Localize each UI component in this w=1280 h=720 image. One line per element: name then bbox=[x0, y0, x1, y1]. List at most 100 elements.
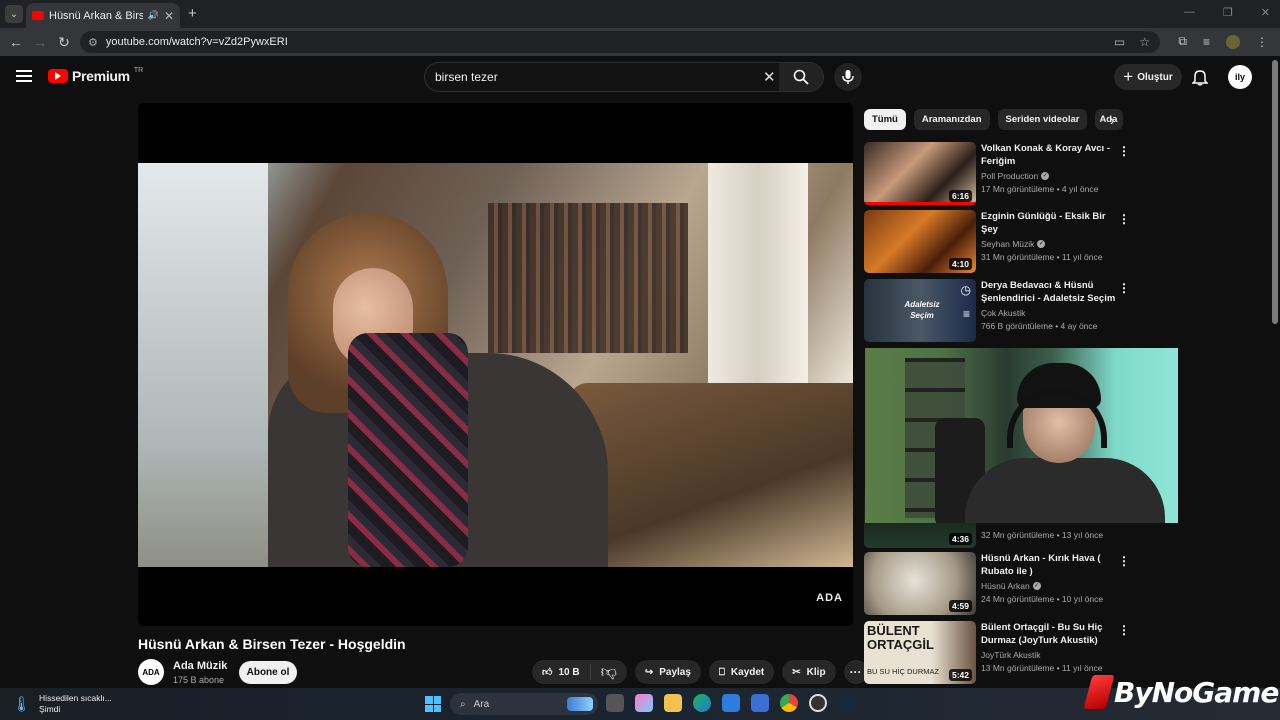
more-options-icon[interactable]: ⋮ bbox=[1118, 281, 1130, 295]
steam-icon[interactable] bbox=[838, 694, 856, 712]
minimize-icon[interactable]: — bbox=[1184, 6, 1195, 19]
rec-channel[interactable]: Seyhan Müzik bbox=[981, 239, 1034, 249]
chevron-right-icon[interactable]: › bbox=[1110, 112, 1115, 128]
task-view-icon[interactable] bbox=[606, 694, 624, 712]
list-item[interactable]: 4:10 Ezginin Günlüğü - Eksik Bir Şey Sey… bbox=[864, 210, 1134, 274]
chip-from-search[interactable]: Aramanızdan bbox=[913, 109, 990, 130]
share-button[interactable]: ↪ Paylaş bbox=[634, 660, 701, 684]
more-options-icon[interactable]: ⋮ bbox=[1118, 554, 1130, 568]
video-actions: 👍︎ 10 B 👎︎ ↪ Paylaş ⎕ Kaydet ✂ Klip ··· bbox=[532, 660, 868, 684]
list-item[interactable]: 4:59 Hüsnü Arkan - Kırık Hava ( Rubato i… bbox=[864, 552, 1134, 616]
reload-icon[interactable]: ↻ bbox=[52, 34, 76, 51]
like-dislike-group: 👍︎ 10 B 👎︎ bbox=[532, 660, 627, 684]
search-input[interactable]: birsen tezer ✕ bbox=[424, 62, 824, 92]
search-button[interactable] bbox=[779, 63, 823, 91]
rec-title[interactable]: Hüsnü Arkan - Kırık Hava ( Rubato ile ) bbox=[981, 552, 1121, 578]
video-player[interactable]: ADA bbox=[138, 103, 853, 626]
duration-badge: 4:10 bbox=[948, 258, 972, 270]
list-item[interactable]: 6:16 Volkan Konak & Koray Avcı - Feriğim… bbox=[864, 142, 1134, 206]
maximize-icon[interactable]: ❐ bbox=[1223, 6, 1233, 19]
rec-channel[interactable]: Çok Akustik bbox=[981, 308, 1025, 318]
account-avatar[interactable]: ily bbox=[1228, 65, 1252, 89]
video-thumbnail[interactable]: 6:16 bbox=[864, 142, 976, 205]
watch-later-icon[interactable]: ◷ bbox=[961, 283, 971, 297]
new-tab-button[interactable]: + bbox=[188, 5, 197, 22]
rec-title[interactable]: Bülent Ortaçgil - Bu Su Hiç Durmaz (JoyT… bbox=[981, 621, 1121, 647]
rec-channel[interactable]: Hüsnü Arkan bbox=[981, 581, 1030, 591]
cast-icon[interactable]: ▭ bbox=[1114, 35, 1125, 49]
media-controls-icon[interactable]: ≡ bbox=[1203, 35, 1210, 49]
page-scrollbar[interactable] bbox=[1272, 60, 1278, 324]
store-icon[interactable] bbox=[722, 694, 740, 712]
add-to-queue-icon[interactable]: ≡ bbox=[963, 307, 970, 321]
taskbar-search[interactable]: ⌕ Ara bbox=[450, 693, 598, 715]
tab-close-icon[interactable]: ✕ bbox=[164, 9, 174, 23]
file-explorer-icon[interactable] bbox=[664, 694, 682, 712]
youtube-logo[interactable]: Premium TR bbox=[48, 67, 143, 84]
more-options-icon[interactable]: ⋮ bbox=[1118, 623, 1130, 637]
url-text[interactable]: youtube.com/watch?v=vZd2PywxERI bbox=[106, 36, 288, 48]
browser-tab[interactable]: Hüsnü Arkan & Birsen Tezer 🔊 ✕ bbox=[26, 3, 180, 28]
video-thumbnail[interactable]: BÜLENT ORTAÇGİL BU SU HİÇ DURMAZ 5:42 bbox=[864, 621, 976, 684]
weather-widget[interactable]: 🌡︎ Hissedilen sıcaklı... Şimdi bbox=[12, 693, 112, 715]
share-icon: ↪ bbox=[644, 666, 654, 678]
rec-title[interactable]: Volkan Konak & Koray Avcı - Feriğim bbox=[981, 142, 1121, 168]
profile-icon[interactable] bbox=[1226, 34, 1240, 49]
chip-series[interactable]: Seriden videolar bbox=[997, 109, 1088, 130]
site-info-icon[interactable]: ⚙ bbox=[88, 36, 98, 49]
plus-icon: + bbox=[1123, 67, 1134, 86]
rec-meta: 13 Mn görüntüleme • 11 yıl önce bbox=[981, 663, 1103, 673]
save-button[interactable]: ⎕ Kaydet bbox=[708, 660, 775, 684]
save-label: Kaydet bbox=[730, 666, 765, 678]
bookmark-star-icon[interactable]: ☆ bbox=[1139, 35, 1150, 49]
subscribe-button[interactable]: Abone ol bbox=[239, 661, 297, 684]
thumbnail-text: BÜLENT ORTAÇGİL bbox=[867, 623, 934, 652]
search-icon: ⌕ bbox=[460, 698, 466, 710]
rec-title[interactable]: Ezginin Günlüğü - Eksik Bir Şey bbox=[981, 210, 1121, 236]
copilot-icon[interactable] bbox=[635, 694, 653, 712]
youtube-favicon-icon bbox=[32, 11, 44, 20]
video-thumbnail[interactable]: 4:59 bbox=[864, 552, 976, 615]
video-thumbnail[interactable]: 4:10 bbox=[864, 210, 976, 273]
windows-start-icon[interactable] bbox=[425, 696, 441, 712]
browser-tab-bar: ⌄ Hüsnü Arkan & Birsen Tezer 🔊 ✕ + — ❐ ✕ bbox=[0, 0, 1280, 28]
channel-name[interactable]: Ada Müzik bbox=[173, 660, 227, 672]
duration-badge: 6:16 bbox=[948, 190, 972, 202]
notifications-bell-icon[interactable] bbox=[1191, 68, 1209, 91]
rec-channel[interactable]: Poll Production bbox=[981, 171, 1038, 181]
forward-icon[interactable]: → bbox=[28, 34, 52, 50]
address-bar[interactable]: ⚙ youtube.com/watch?v=vZd2PywxERI ▭ ☆ bbox=[80, 31, 1160, 53]
video-thumbnail[interactable]: Adaletsiz Seçim ◷ ≡ bbox=[864, 279, 976, 342]
edge-icon[interactable] bbox=[693, 694, 711, 712]
chip-all[interactable]: Tümü bbox=[864, 109, 906, 130]
rec-title[interactable]: Derya Bedavacı & Hüsnü Şenlendirici - Ad… bbox=[981, 279, 1121, 305]
mail-icon[interactable] bbox=[751, 694, 769, 712]
dislike-button[interactable]: 👎︎ bbox=[591, 663, 627, 682]
rec-meta: 24 Mn görüntüleme • 10 yıl önce bbox=[981, 594, 1104, 604]
voice-search-button[interactable] bbox=[834, 63, 862, 91]
rec-channel[interactable]: JoyTürk Akustik bbox=[981, 650, 1041, 660]
create-button[interactable]: + Oluştur bbox=[1114, 64, 1182, 90]
clip-button[interactable]: ✂ Klip bbox=[782, 660, 836, 684]
more-options-icon[interactable]: ⋮ bbox=[1118, 144, 1130, 158]
chrome-icon[interactable] bbox=[780, 694, 798, 712]
clear-search-icon[interactable]: ✕ bbox=[763, 68, 776, 86]
search-value[interactable]: birsen tezer bbox=[435, 70, 498, 84]
list-item[interactable]: Adaletsiz Seçim ◷ ≡ Derya Bedavacı & Hüs… bbox=[864, 279, 1134, 343]
obs-icon[interactable] bbox=[809, 694, 827, 712]
streamer-brand-logo: ByNoGame bbox=[1083, 675, 1279, 709]
subscriber-count: 175 B abone bbox=[173, 675, 225, 685]
back-icon[interactable]: ← bbox=[4, 34, 28, 50]
channel-avatar[interactable]: ADA bbox=[138, 659, 164, 685]
more-options-icon[interactable]: ⋮ bbox=[1118, 212, 1130, 226]
brand-mark-icon bbox=[1083, 675, 1115, 709]
tab-search-button[interactable]: ⌄ bbox=[5, 5, 23, 23]
like-button[interactable]: 👍︎ 10 B bbox=[532, 664, 591, 680]
extensions-icon[interactable]: ⧉ bbox=[1178, 34, 1187, 49]
create-label: Oluştur bbox=[1137, 71, 1173, 83]
audio-icon: 🔊 bbox=[147, 10, 159, 20]
video-frame bbox=[138, 163, 853, 567]
close-window-icon[interactable]: ✕ bbox=[1261, 6, 1270, 19]
menu-icon[interactable] bbox=[16, 70, 32, 82]
browser-menu-icon[interactable]: ⋮ bbox=[1256, 35, 1268, 49]
